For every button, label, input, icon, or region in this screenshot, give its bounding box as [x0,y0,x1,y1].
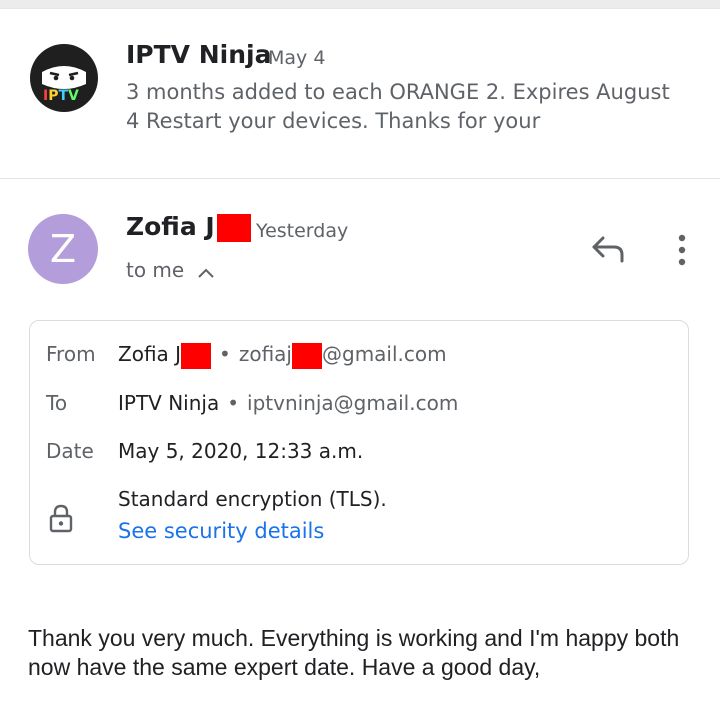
message-body: Thank you very much. Everything is worki… [28,625,680,680]
date-label: Date [46,439,94,463]
to-name: IPTV Ninja [118,391,220,415]
to-email: iptvninja@gmail.com [247,391,459,415]
message1-sender[interactable]: IPTV Ninja [126,40,271,69]
top-divider [0,8,720,9]
security-details-link[interactable]: See security details [118,519,324,543]
redaction-box [216,214,251,242]
encryption-text: Standard encryption (TLS). [118,487,387,511]
lock-icon [48,503,74,533]
redaction-box [181,342,212,369]
separator-dot: • [219,342,231,366]
reply-button[interactable] [590,234,626,264]
from-email-suffix: @gmail.com [322,342,447,366]
to-value: IPTV Ninja • iptvninja@gmail.com [118,391,458,415]
chevron-up-icon [197,260,215,284]
message-divider [0,178,720,179]
from-label: From [46,342,96,366]
message2-sender-name: Zofia J [126,212,215,241]
message2-date: Yesterday [256,220,349,242]
sender-avatar: Z [28,214,98,284]
iptv-ninja-avatar: IPTV [28,42,100,114]
more-options-button[interactable] [670,232,694,268]
from-value: Zofia J • zofiaj @gmail.com [118,342,447,369]
message2-sender[interactable]: Zofia J [126,212,251,242]
svg-text:IPTV: IPTV [43,88,79,104]
message1-snippet[interactable]: 3 months added to each ORANGE 2. Expires… [126,78,686,136]
from-email-prefix: zofiaj [238,342,292,366]
recipient-label: to me [126,258,185,282]
to-label: To [46,391,68,415]
vertical-dots-icon [678,234,686,266]
reply-arrow-icon [592,236,624,263]
redaction-box [292,342,322,369]
date-value: May 5, 2020, 12:33 a.m. [118,439,364,463]
top-bar-strip [0,0,720,8]
from-name: Zofia J [118,342,182,366]
message1-date: May 4 [268,47,326,69]
separator-dot: • [227,391,240,415]
recipient-toggle[interactable]: to me [126,258,215,284]
